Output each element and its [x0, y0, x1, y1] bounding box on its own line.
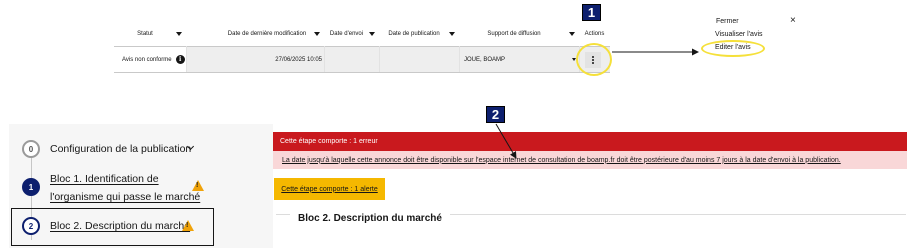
arrow-to-error: [495, 123, 517, 159]
annotation-arrows: [495, 48, 699, 159]
